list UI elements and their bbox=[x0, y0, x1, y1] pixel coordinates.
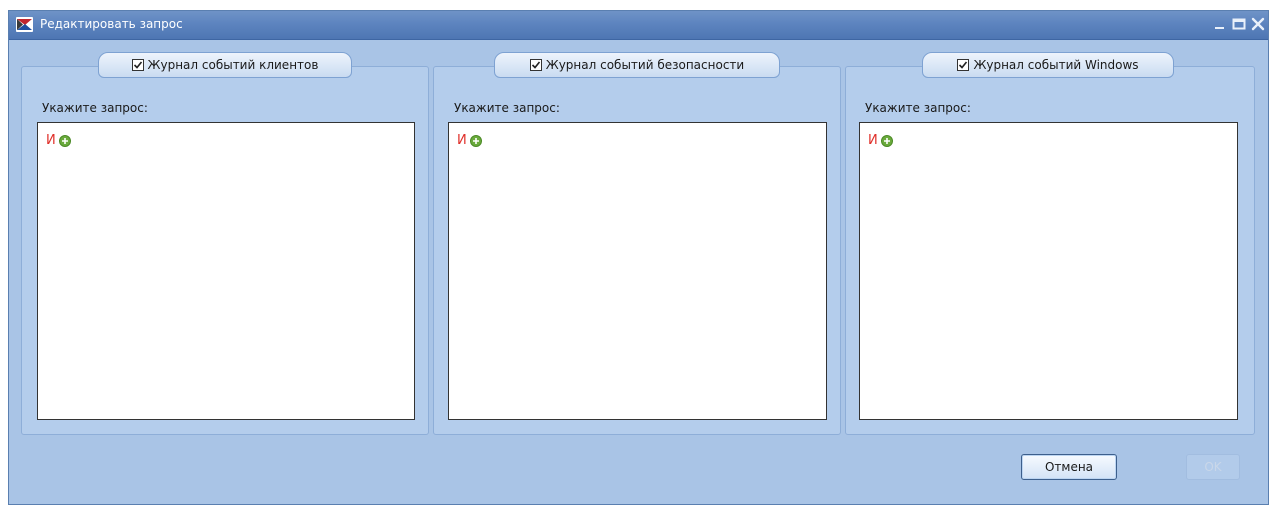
window-title: Редактировать запрос bbox=[40, 17, 183, 31]
tab-label: Журнал событий безопасности bbox=[545, 58, 745, 72]
query-editor[interactable]: И bbox=[37, 122, 415, 420]
tab-client-events[interactable]: Журнал событий клиентов bbox=[98, 52, 352, 78]
edit-query-dialog: Редактировать запрос Журнал событий клие… bbox=[8, 10, 1269, 505]
query-root: И bbox=[46, 133, 71, 148]
and-operator[interactable]: И bbox=[46, 133, 56, 148]
and-operator[interactable]: И bbox=[868, 133, 878, 148]
minimize-button[interactable] bbox=[1212, 16, 1228, 32]
query-root: И bbox=[457, 133, 482, 148]
add-condition-icon[interactable] bbox=[880, 134, 893, 147]
tab-security-events[interactable]: Журнал событий безопасности bbox=[494, 52, 780, 78]
checkmark-icon bbox=[531, 61, 540, 69]
query-prompt-label: Укажите запрос: bbox=[454, 101, 560, 115]
query-prompt-label: Укажите запрос: bbox=[865, 101, 971, 115]
maximize-button[interactable] bbox=[1231, 16, 1247, 32]
checkmark-icon bbox=[959, 61, 968, 69]
checkmark-icon bbox=[133, 61, 142, 69]
query-editor[interactable]: И bbox=[859, 122, 1238, 420]
ok-button[interactable]: OK bbox=[1186, 454, 1240, 480]
title-bar[interactable]: Редактировать запрос bbox=[9, 11, 1268, 40]
client-events-checkbox[interactable] bbox=[131, 59, 144, 71]
add-condition-icon[interactable] bbox=[469, 134, 482, 147]
close-button[interactable] bbox=[1250, 16, 1266, 32]
windows-events-checkbox[interactable] bbox=[957, 59, 970, 71]
query-root: И bbox=[868, 133, 893, 148]
maximize-icon bbox=[1232, 18, 1246, 30]
query-editor[interactable]: И bbox=[448, 122, 827, 420]
cancel-button[interactable]: Отмена bbox=[1021, 454, 1117, 480]
close-icon bbox=[1251, 17, 1265, 31]
app-logo-icon bbox=[16, 17, 33, 32]
tab-label: Журнал событий Windows bbox=[973, 58, 1139, 72]
tab-windows-events[interactable]: Журнал событий Windows bbox=[922, 52, 1174, 78]
query-prompt-label: Укажите запрос: bbox=[42, 101, 148, 115]
tab-label: Журнал событий клиентов bbox=[147, 58, 319, 72]
minimize-icon bbox=[1215, 27, 1224, 29]
add-condition-icon[interactable] bbox=[58, 134, 71, 147]
security-events-checkbox[interactable] bbox=[529, 59, 542, 71]
and-operator[interactable]: И bbox=[457, 133, 467, 148]
